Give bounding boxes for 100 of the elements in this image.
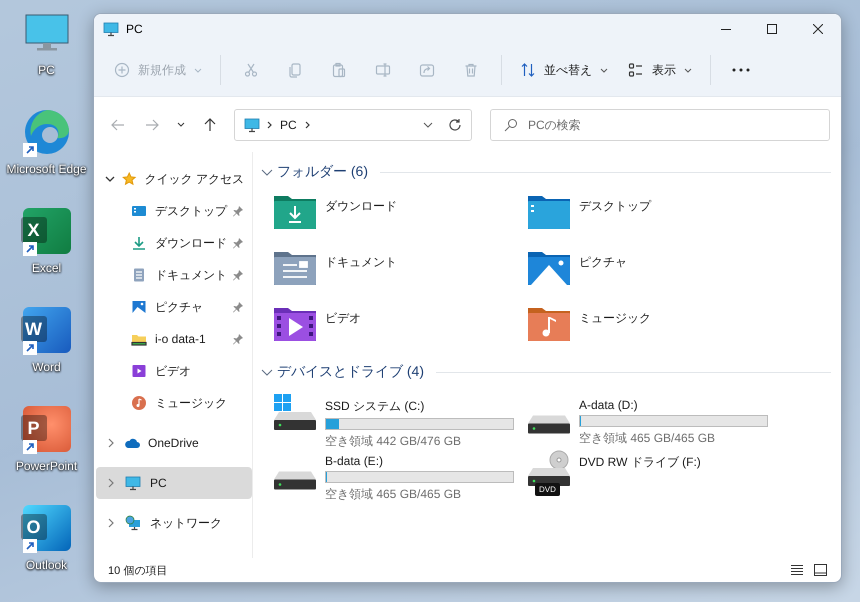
sidebar-item-label: PC (150, 476, 168, 490)
hard-drive-icon (527, 415, 571, 434)
up-arrow-icon (204, 118, 216, 132)
chevron-right-icon[interactable] (108, 438, 114, 448)
document-icon (131, 267, 147, 283)
chevron-right-icon[interactable] (108, 478, 114, 488)
view-button[interactable]: 表示 (620, 54, 700, 86)
sidebar-item-label: ネットワーク (150, 514, 223, 532)
app-tile-icon (22, 307, 70, 353)
sidebar-item-label: ダウンロード (155, 234, 228, 252)
picture-icon (131, 299, 147, 315)
sidebar-item[interactable]: ダウンロード (96, 227, 252, 259)
sidebar-item-label: ミュージック (155, 394, 228, 412)
folder-name[interactable]: ダウンロード (325, 198, 397, 215)
chevron-down-icon[interactable] (105, 176, 116, 182)
address-bar[interactable]: PC (234, 108, 472, 140)
monitor-icon (124, 475, 142, 491)
desktop-folder-icon (527, 194, 571, 230)
star-icon (122, 171, 137, 187)
sidebar-item[interactable]: ビデオ (96, 355, 252, 387)
sidebar-item-label: ドキュメント (155, 266, 228, 284)
minimize-icon (721, 28, 731, 30)
share-icon (419, 62, 435, 78)
document-folder-icon (273, 250, 317, 286)
window-title: PC (126, 22, 144, 36)
folder-name[interactable]: ミュージック (579, 310, 651, 327)
chevron-right-icon (267, 120, 272, 128)
music-icon (131, 395, 147, 411)
tiles-view-button[interactable] (812, 562, 829, 578)
chevron-right-icon[interactable] (108, 518, 114, 528)
app-letter: O (20, 514, 46, 540)
search-icon (504, 118, 518, 132)
item-count: 10 個の項目 (108, 564, 168, 578)
sidebar-item[interactable]: ネットワーク (96, 507, 252, 539)
folder-name[interactable]: ドキュメント (325, 254, 397, 271)
group-heading: フォルダー (6) (277, 163, 368, 181)
sidebar-item[interactable]: クイック アクセス (96, 163, 252, 195)
app-letter: X (20, 217, 46, 243)
maximize-icon (767, 24, 777, 34)
sidebar-item-label: i-o data-1 (155, 332, 207, 346)
chevron-down-icon (177, 122, 185, 127)
sidebar-item-label: デスクトップ (155, 202, 228, 220)
sidebar-item[interactable]: デスクトップ (96, 195, 252, 227)
sidebar-item[interactable]: OneDrive (96, 427, 252, 459)
forward-arrow-icon (145, 118, 159, 130)
trash-icon (463, 62, 479, 78)
folder-name[interactable]: ピクチャ (579, 254, 627, 271)
selected-sidebar-item[interactable]: PC (96, 467, 252, 499)
sidebar-item-label: OneDrive (148, 436, 200, 450)
copy-icon (287, 62, 303, 78)
sidebar-item-label: ビデオ (155, 362, 192, 380)
sidebar-item-label: ピクチャ (155, 298, 204, 316)
group-heading: デバイスとドライブ (4) (277, 363, 424, 381)
sidebar-item-label: クイック アクセス (144, 170, 244, 188)
desktop-icon (131, 203, 147, 219)
monitor-icon (102, 21, 120, 37)
close-icon (813, 24, 823, 34)
refresh-icon (448, 118, 462, 132)
network-icon (124, 515, 142, 531)
sort-button[interactable]: 並べ替え (512, 54, 616, 86)
dvd-label: DVD (535, 483, 560, 496)
more-dots-icon (732, 68, 750, 72)
list-view-icon (628, 62, 644, 78)
chevron-right-icon (304, 120, 310, 128)
picture-folder-icon (527, 250, 571, 286)
app-letter: W (20, 316, 46, 342)
app-tile-icon (22, 505, 70, 551)
app-tile-icon (22, 208, 70, 254)
plus-circle-icon (114, 62, 130, 78)
search-field[interactable]: PCの検索 (490, 108, 830, 140)
sidebar-item[interactable]: ドキュメント (96, 259, 252, 291)
drive-name[interactable]: SSD システム (C:) (325, 398, 514, 415)
download-folder-icon (273, 194, 317, 230)
folder-name[interactable]: ビデオ (325, 310, 361, 327)
free-space-text: 空き領域 442 GB/476 GB (325, 433, 462, 450)
scissors-icon (243, 62, 259, 78)
sidebar-item[interactable]: ミュージック (96, 387, 252, 419)
back-arrow-icon (111, 118, 125, 130)
free-space-text: 空き領域 465 GB/465 GB (325, 486, 462, 503)
breadcrumb[interactable]: PC (278, 118, 299, 132)
chevron-down-icon[interactable] (423, 122, 433, 128)
app-tile-icon (22, 406, 70, 452)
app-letter: P (20, 415, 46, 441)
drive-name[interactable]: DVD RW ドライブ (F:) (579, 454, 701, 471)
details-view-button[interactable] (788, 562, 806, 578)
video-folder-icon (273, 306, 317, 342)
monitor-icon (24, 13, 70, 53)
drive-name[interactable]: A-data (D:) (579, 398, 768, 412)
sort-arrows-icon (520, 62, 536, 78)
free-space-text: 空き領域 465 GB/465 GB (579, 430, 716, 447)
download-icon (131, 235, 147, 251)
hard-drive-icon (273, 471, 317, 490)
sidebar-item[interactable]: ピクチャ (96, 291, 252, 323)
drive-name[interactable]: B-data (E:) (325, 454, 514, 468)
video-icon (131, 363, 147, 379)
folder-name[interactable]: デスクトップ (579, 198, 651, 215)
rename-icon (375, 62, 391, 78)
music-folder-icon (527, 306, 571, 342)
browser-swirl-icon (22, 108, 70, 156)
sidebar-item[interactable]: i-o data-1 (96, 323, 252, 355)
